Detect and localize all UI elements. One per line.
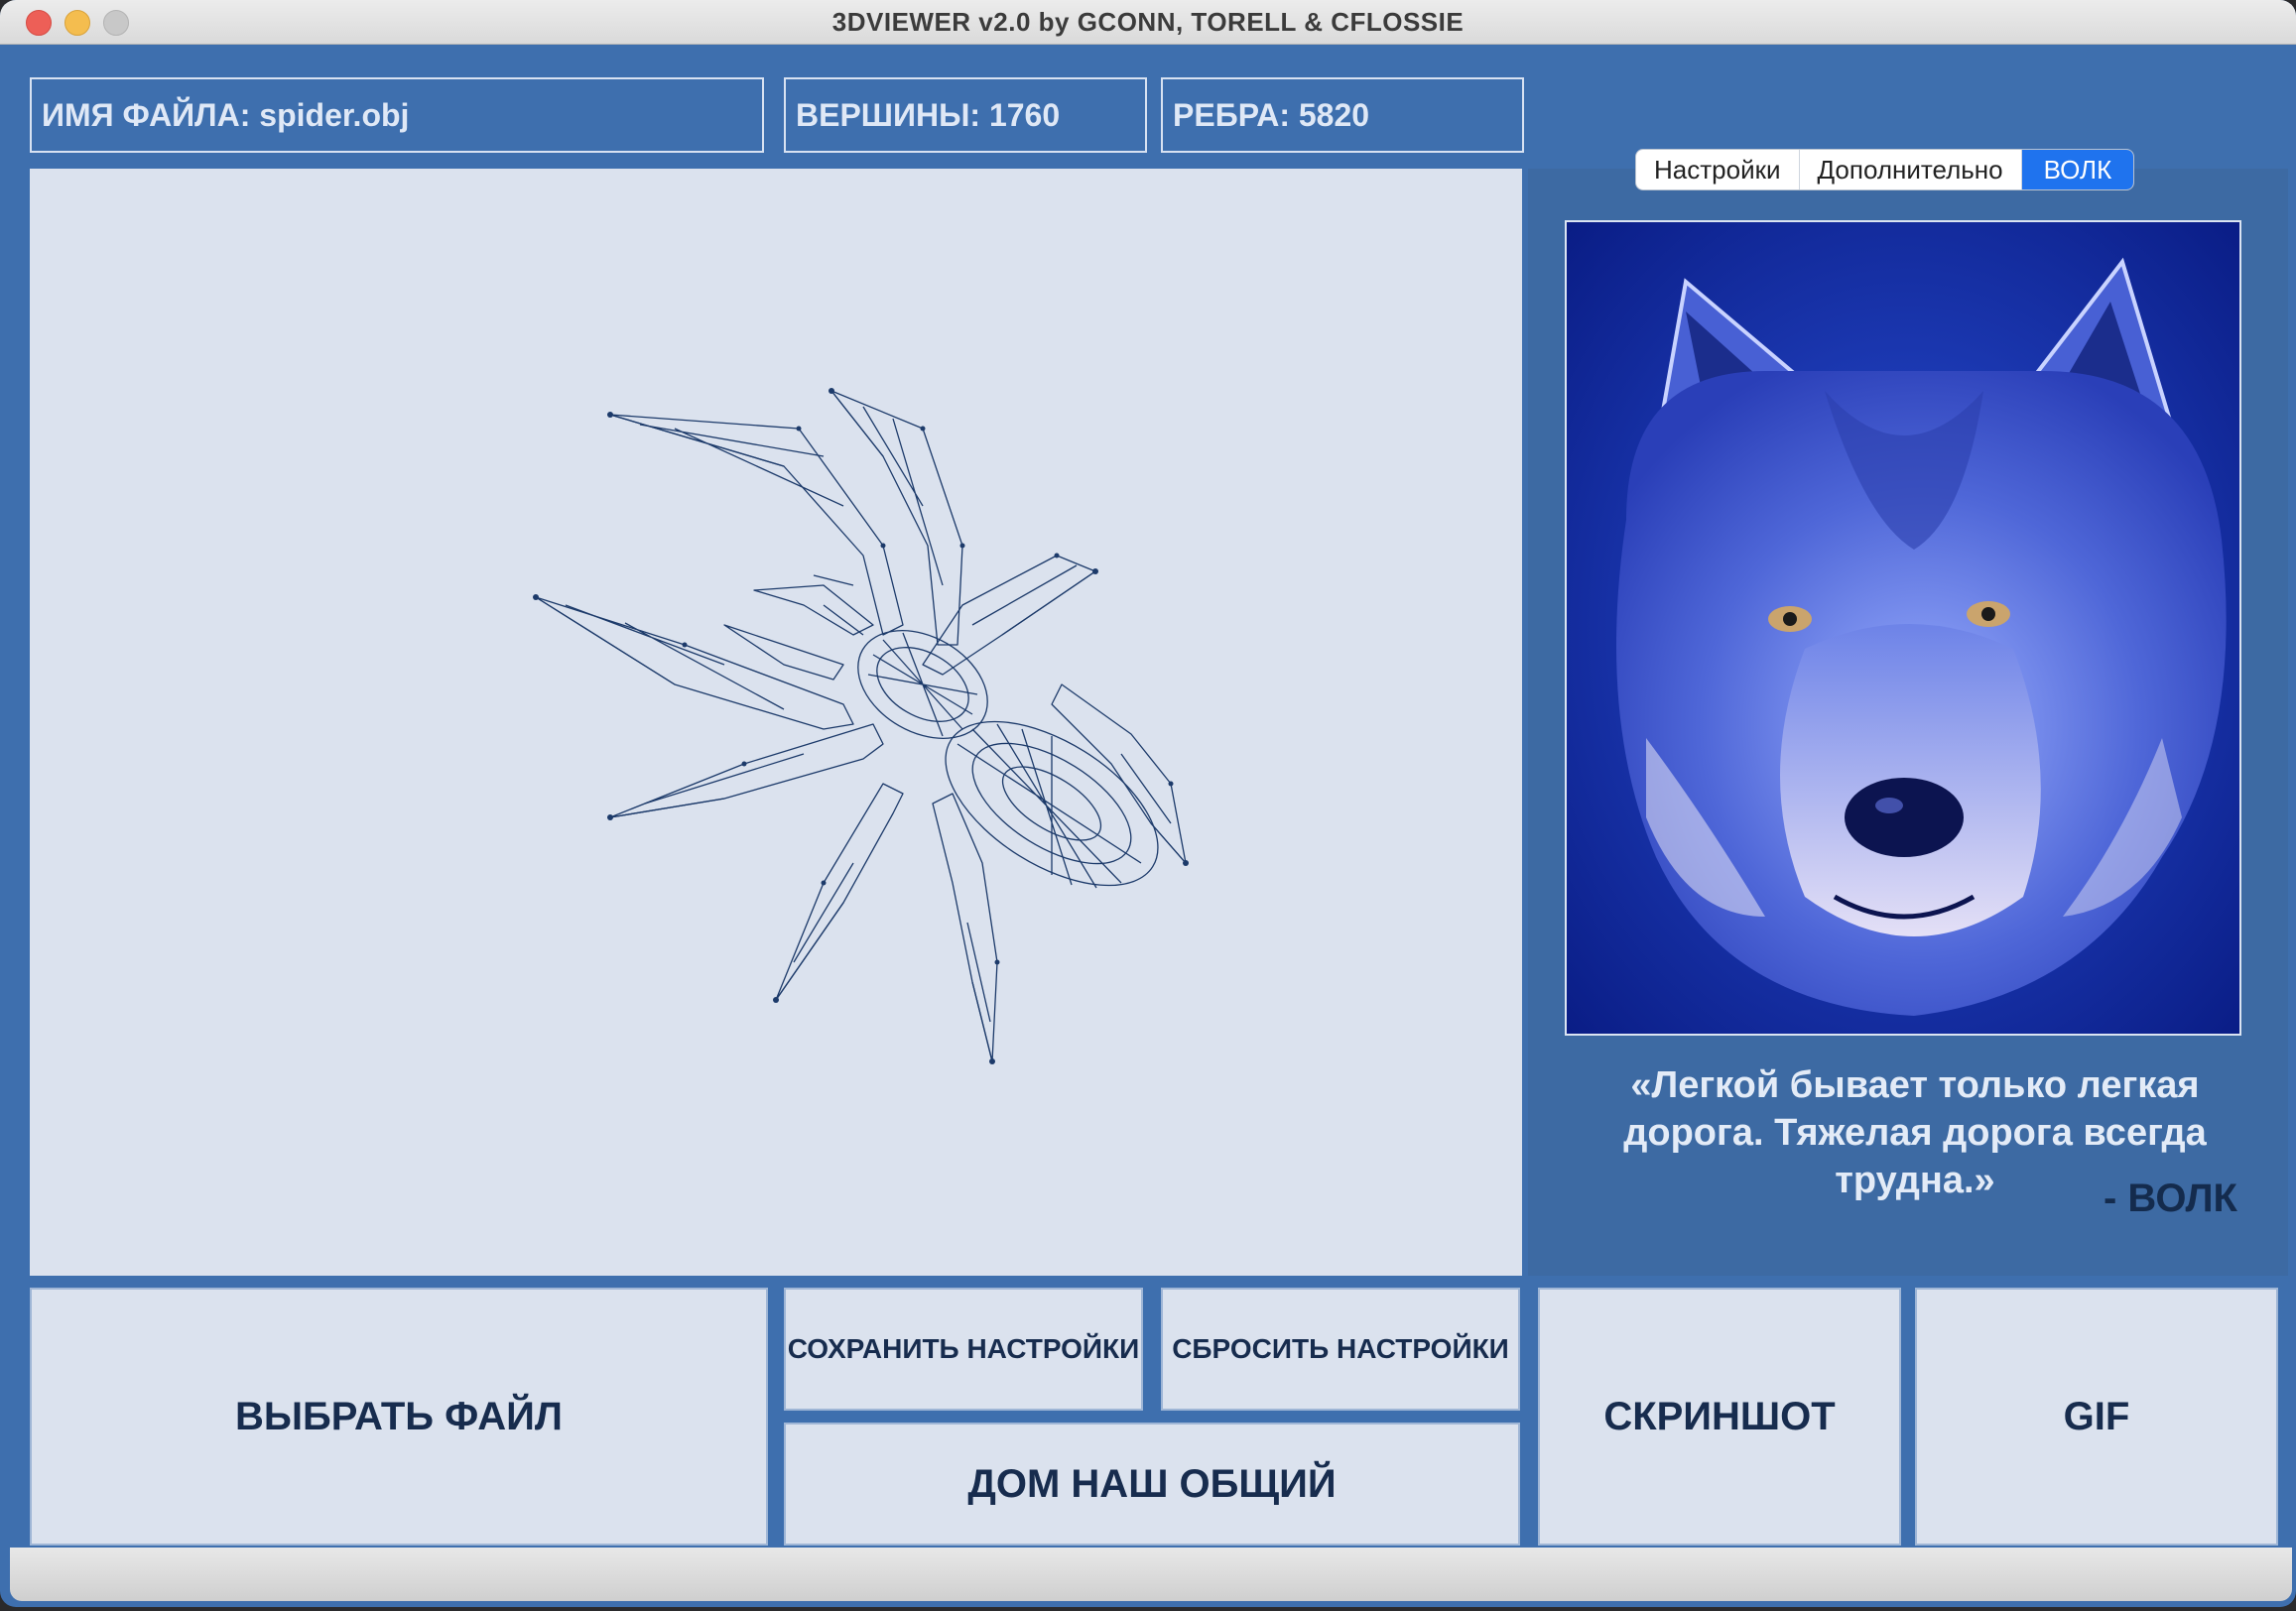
tab-additional[interactable]: Дополнительно: [1800, 150, 2022, 189]
panel-tabs: Настройки Дополнительно ВОЛК: [1635, 149, 2135, 190]
tab-wolf[interactable]: ВОЛК: [2021, 150, 2134, 189]
reset-settings-button[interactable]: СБРОСИТЬ НАСТРОЙКИ: [1161, 1288, 1520, 1411]
title-bar: 3DVIEWER v2.0 by GCONN, TORELL & CFLOSSI…: [0, 0, 2296, 45]
filename-label: ИМЯ ФАЙЛА: spider.obj: [30, 77, 764, 153]
vertices-count-label: ВЕРШИНЫ: 1760: [784, 77, 1147, 153]
our-home-button[interactable]: ДОМ НАШ ОБЩИЙ: [784, 1423, 1520, 1546]
wolf-image: [1565, 220, 2241, 1036]
spider-wireframe: [533, 388, 1189, 1064]
save-settings-button[interactable]: СОХРАНИТЬ НАСТРОЙКИ: [784, 1288, 1143, 1411]
edges-count-label: РЕБРА: 5820: [1161, 77, 1524, 153]
app-window: 3DVIEWER v2.0 by GCONN, TORELL & CFLOSSI…: [0, 0, 2296, 1607]
screenshot-button[interactable]: СКРИНШОТ: [1538, 1288, 1901, 1546]
quote-author: - ВОЛК: [2104, 1177, 2237, 1220]
tab-settings[interactable]: Настройки: [1636, 150, 1800, 189]
window-bottom-bar: [10, 1548, 2292, 1601]
gif-button[interactable]: GIF: [1915, 1288, 2278, 1546]
model-viewport[interactable]: [30, 169, 1522, 1276]
window-title: 3DVIEWER v2.0 by GCONN, TORELL & CFLOSSI…: [831, 7, 1465, 37]
choose-file-button[interactable]: ВЫБРАТЬ ФАЙЛ: [30, 1288, 768, 1546]
